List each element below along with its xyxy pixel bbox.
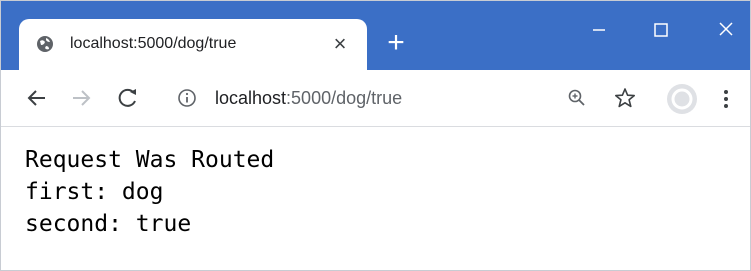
close-icon[interactable]: ×	[328, 32, 352, 56]
response-line-3: second: true	[25, 211, 192, 237]
menu-icon[interactable]	[719, 85, 733, 113]
new-tab-button[interactable]: +	[381, 28, 411, 59]
avatar-icon	[671, 88, 693, 110]
response-line-2: first: dog	[25, 179, 164, 205]
info-icon[interactable]	[177, 88, 197, 108]
window-close-icon[interactable]	[706, 11, 746, 47]
url-host: localhost	[215, 88, 287, 108]
globe-icon	[37, 36, 53, 52]
tab-title: localhost:5000/dog/true	[70, 35, 237, 52]
browser-toolbar: localhost:5000/dog/true	[1, 70, 750, 127]
reload-icon[interactable]	[114, 84, 142, 112]
star-icon[interactable]	[614, 87, 636, 109]
url-text[interactable]: localhost:5000/dog/true	[215, 88, 402, 109]
browser-tab[interactable]: localhost:5000/dog/true ×	[19, 19, 367, 70]
zoom-icon[interactable]	[567, 88, 587, 108]
response-line-1: Request Was Routed	[25, 147, 275, 173]
minimize-icon[interactable]	[579, 11, 619, 47]
back-arrow-icon[interactable]	[23, 84, 51, 112]
profile-avatar[interactable]	[667, 84, 697, 114]
maximize-icon[interactable]	[641, 11, 681, 47]
url-path: :5000/dog/true	[286, 88, 403, 108]
forward-arrow-icon[interactable]	[67, 84, 95, 112]
page-content: Request Was Routed first: dog second: tr…	[1, 127, 750, 270]
browser-window: localhost:5000/dog/true × + localhost:50…	[0, 0, 751, 271]
address-bar[interactable]: localhost:5000/dog/true	[161, 79, 653, 117]
title-bar: localhost:5000/dog/true × +	[1, 1, 750, 70]
